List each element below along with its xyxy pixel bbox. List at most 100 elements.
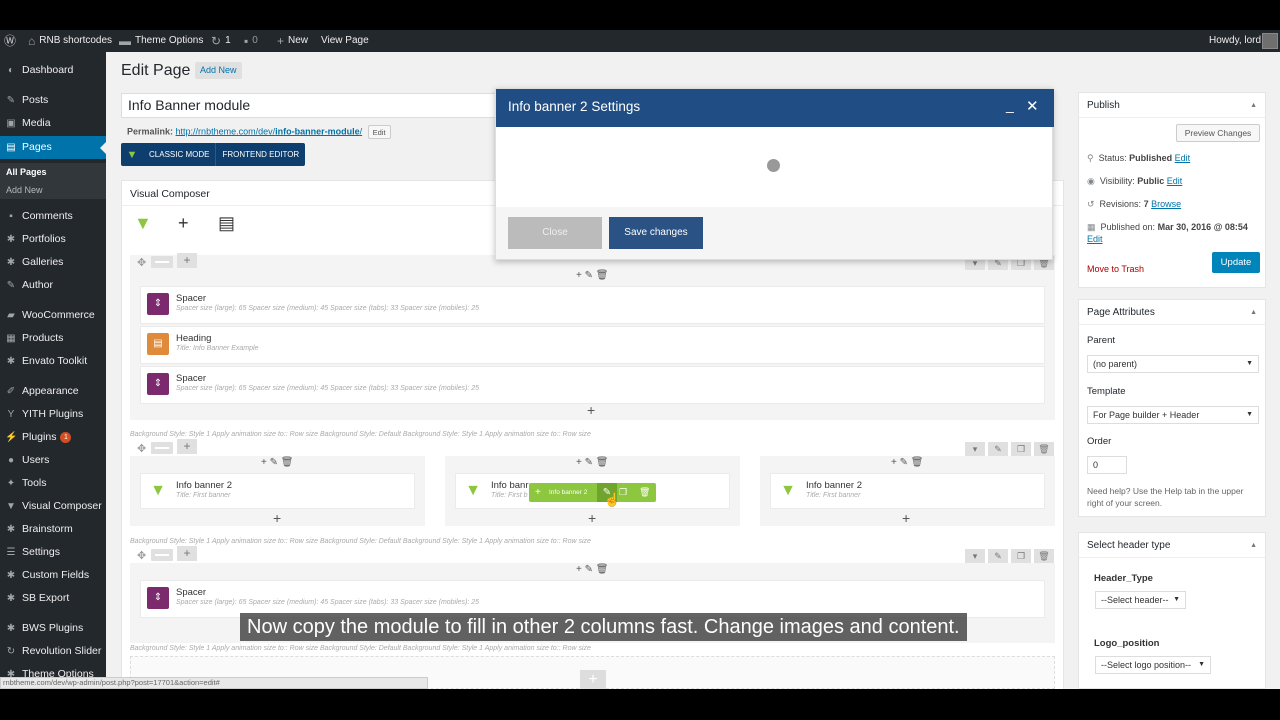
- browse-revisions-link[interactable]: Browse: [1151, 199, 1181, 209]
- edit-date-link[interactable]: Edit: [1087, 234, 1103, 244]
- theme-options-link[interactable]: ▬ Theme Options: [119, 30, 203, 52]
- edit-row-icon[interactable]: ✎: [988, 549, 1008, 563]
- menu-item-author[interactable]: ✎ Author: [0, 274, 106, 297]
- menu-item-posts[interactable]: ✎ Posts: [0, 89, 106, 112]
- add-element-plus-icon[interactable]: +: [273, 510, 281, 526]
- move-row-icon[interactable]: ✥: [137, 442, 146, 455]
- add-element-plus-icon[interactable]: +: [587, 402, 595, 418]
- add-column-icon[interactable]: +: [177, 546, 197, 561]
- add-icon[interactable]: +: [891, 457, 897, 468]
- move-to-trash-link[interactable]: Move to Trash: [1087, 264, 1144, 274]
- menu-item-yith-plugins[interactable]: Y YITH Plugins: [0, 403, 106, 426]
- delete-icon[interactable]: 🗑: [596, 457, 609, 468]
- menu-item-sb-export[interactable]: ✱ SB Export: [0, 587, 106, 610]
- menu-item-pages[interactable]: ▤ Pages: [0, 136, 106, 159]
- updates-link[interactable]: ↻ 1: [211, 30, 231, 52]
- logo-position-select[interactable]: --Select logo position-- ▼: [1095, 656, 1211, 674]
- classic-mode-button[interactable]: CLASSIC MODE: [143, 143, 215, 166]
- collapse-icon[interactable]: ▲: [1250, 533, 1257, 558]
- row-layout-icon[interactable]: [151, 256, 173, 268]
- delete-row-icon[interactable]: 🗑: [1034, 549, 1054, 563]
- edit-visibility-link[interactable]: Edit: [1167, 176, 1183, 186]
- template-select[interactable]: For Page builder + Header ▼: [1087, 406, 1259, 424]
- menu-item-appearance[interactable]: ✐ Appearance: [0, 380, 106, 403]
- preview-changes-button[interactable]: Preview Changes: [1176, 124, 1260, 142]
- close-button[interactable]: Close: [508, 217, 602, 249]
- info-banner-element[interactable]: ▼ Info banner 2 Title: First banner: [770, 473, 1045, 509]
- move-row-icon[interactable]: ✥: [137, 256, 146, 269]
- page-title-input[interactable]: Info Banner module: [121, 93, 496, 118]
- row-layout-icon[interactable]: [151, 549, 173, 561]
- row-toggle-icon[interactable]: ▾: [965, 549, 985, 563]
- menu-item-brainstorm[interactable]: ✱ Brainstorm: [0, 518, 106, 541]
- submenu-all-pages[interactable]: All Pages: [0, 163, 106, 181]
- add-element-plus-icon[interactable]: +: [902, 510, 910, 526]
- avatar[interactable]: [1262, 33, 1278, 49]
- add-icon[interactable]: +: [576, 564, 582, 575]
- add-column-icon[interactable]: +: [177, 253, 197, 268]
- add-element-icon[interactable]: +: [178, 213, 189, 234]
- frontend-editor-button[interactable]: FRONTEND EDITOR: [216, 143, 305, 166]
- delete-icon[interactable]: 🗑: [281, 457, 294, 468]
- site-name-link[interactable]: ⌂ RNB shortcodes: [28, 30, 112, 52]
- close-icon[interactable]: ✕: [1026, 97, 1039, 115]
- edit-icon[interactable]: ✎: [900, 457, 908, 468]
- templates-icon[interactable]: ▤: [218, 213, 235, 234]
- new-content-link[interactable]: + New: [277, 30, 308, 52]
- update-button[interactable]: Update: [1212, 252, 1260, 273]
- add-icon[interactable]: +: [576, 270, 582, 281]
- vc-add-element-logo-icon[interactable]: ▼: [134, 213, 152, 234]
- add-row-plus-icon[interactable]: +: [580, 670, 606, 689]
- delete-element-icon[interactable]: 🗑: [639, 483, 650, 502]
- menu-item-envato-toolkit[interactable]: ✱ Envato Toolkit: [0, 350, 106, 373]
- minimize-icon[interactable]: _: [1006, 97, 1014, 113]
- edit-icon[interactable]: ✎: [585, 270, 593, 281]
- spacer-element[interactable]: ⇕ Spacer Spacer size (large): 65 Spacer …: [140, 286, 1045, 324]
- menu-item-media[interactable]: ▣ Media: [0, 112, 106, 135]
- delete-icon[interactable]: 🗑: [596, 564, 609, 575]
- heading-element[interactable]: ▤ Heading Title: Info Banner Example: [140, 326, 1045, 364]
- menu-item-comments[interactable]: ▪ Comments: [0, 205, 106, 228]
- menu-item-plugins[interactable]: ⚡ Plugins 1: [0, 426, 106, 449]
- add-element-plus-icon[interactable]: +: [588, 510, 596, 526]
- row-layout-icon[interactable]: [151, 442, 173, 454]
- save-changes-button[interactable]: Save changes: [609, 217, 703, 249]
- delete-icon[interactable]: 🗑: [596, 270, 609, 281]
- edit-icon[interactable]: ✎: [585, 457, 593, 468]
- clone-row-icon[interactable]: ❐: [1011, 549, 1031, 563]
- view-page-link[interactable]: View Page: [321, 30, 369, 52]
- delete-icon[interactable]: 🗑: [911, 457, 924, 468]
- info-banner-element[interactable]: ▼ Info banner 2 Title: First banner: [140, 473, 415, 509]
- menu-item-galleries[interactable]: ✱ Galleries: [0, 251, 106, 274]
- account-menu[interactable]: Howdy, lord: [1209, 30, 1261, 52]
- parent-select[interactable]: (no parent) ▼: [1087, 355, 1259, 373]
- menu-item-custom-fields[interactable]: ✱ Custom Fields: [0, 564, 106, 587]
- add-icon[interactable]: +: [535, 483, 541, 502]
- add-icon[interactable]: +: [576, 457, 582, 468]
- row-toggle-icon[interactable]: ▾: [965, 442, 985, 456]
- menu-item-products[interactable]: ▦ Products: [0, 327, 106, 350]
- edit-row-icon[interactable]: ✎: [988, 442, 1008, 456]
- clone-element-icon[interactable]: ❐: [619, 483, 627, 502]
- menu-item-woocommerce[interactable]: ▰ WooCommerce: [0, 304, 106, 327]
- menu-item-revolution-slider[interactable]: ↻ Revolution Slider: [0, 640, 106, 663]
- menu-item-dashboard[interactable]: ◐ Dashboard: [0, 59, 106, 82]
- add-column-icon[interactable]: +: [177, 439, 197, 454]
- clone-row-icon[interactable]: ❐: [1011, 442, 1031, 456]
- menu-item-users[interactable]: ● Users: [0, 449, 106, 472]
- menu-item-settings[interactable]: ☰ Settings: [0, 541, 106, 564]
- collapse-icon[interactable]: ▲: [1250, 93, 1257, 118]
- add-icon[interactable]: +: [261, 457, 267, 468]
- edit-icon[interactable]: ✎: [270, 457, 278, 468]
- submenu-add-new[interactable]: Add New: [0, 181, 106, 199]
- add-new-button[interactable]: Add New: [195, 62, 242, 79]
- menu-item-tools[interactable]: ✦ Tools: [0, 472, 106, 495]
- order-input[interactable]: 0: [1087, 456, 1127, 474]
- edit-icon[interactable]: ✎: [585, 564, 593, 575]
- menu-item-portfolios[interactable]: ✱ Portfolios: [0, 228, 106, 251]
- permalink-edit-button[interactable]: Edit: [367, 125, 391, 139]
- comments-link[interactable]: ▪ 0: [244, 30, 258, 52]
- menu-item-visual-composer[interactable]: ▼ Visual Composer: [0, 495, 106, 518]
- wordpress-logo-icon[interactable]: Ⓦ: [4, 30, 20, 52]
- collapse-icon[interactable]: ▲: [1250, 300, 1257, 325]
